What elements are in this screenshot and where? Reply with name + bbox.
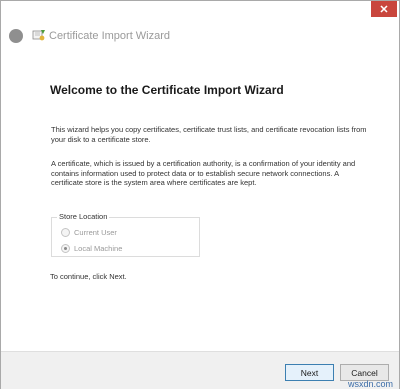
intro-paragraph: This wizard helps you copy certificates,… xyxy=(51,125,367,144)
watermark-text: wsxdn.com xyxy=(347,379,393,389)
wizard-title: Certificate Import Wizard xyxy=(49,30,171,42)
page-title: Welcome to the Certificate Import Wizard xyxy=(50,83,284,97)
description-paragraph: A certificate, which is issued by a cert… xyxy=(51,159,356,187)
wizard-header: Certificate Import Wizard xyxy=(1,22,399,49)
local-machine-option[interactable]: Local Machine xyxy=(61,244,122,253)
store-location-group: Store Location Current User Local Machin… xyxy=(51,212,200,257)
next-button[interactable]: Next xyxy=(285,364,334,381)
local-machine-label: Local Machine xyxy=(74,244,123,253)
local-machine-radio[interactable] xyxy=(61,244,70,253)
wizard-footer: Next Cancel wsxdn.com xyxy=(1,351,399,389)
store-location-legend: Store Location xyxy=(57,212,110,221)
current-user-label: Current User xyxy=(74,228,117,237)
current-user-option[interactable]: Current User xyxy=(61,228,117,237)
wizard-content: Welcome to the Certificate Import Wizard… xyxy=(1,49,399,351)
back-button[interactable] xyxy=(9,29,23,43)
title-bar: ✕ xyxy=(1,1,399,22)
close-button[interactable]: ✕ xyxy=(371,1,397,17)
certificate-wizard-icon xyxy=(32,30,45,41)
current-user-radio[interactable] xyxy=(61,228,70,237)
close-icon: ✕ xyxy=(379,3,389,16)
certificate-import-wizard-window: ✕ Certificate Import Wizard Welcome to t… xyxy=(0,0,400,389)
continue-instruction: To continue, click Next. xyxy=(50,272,127,281)
